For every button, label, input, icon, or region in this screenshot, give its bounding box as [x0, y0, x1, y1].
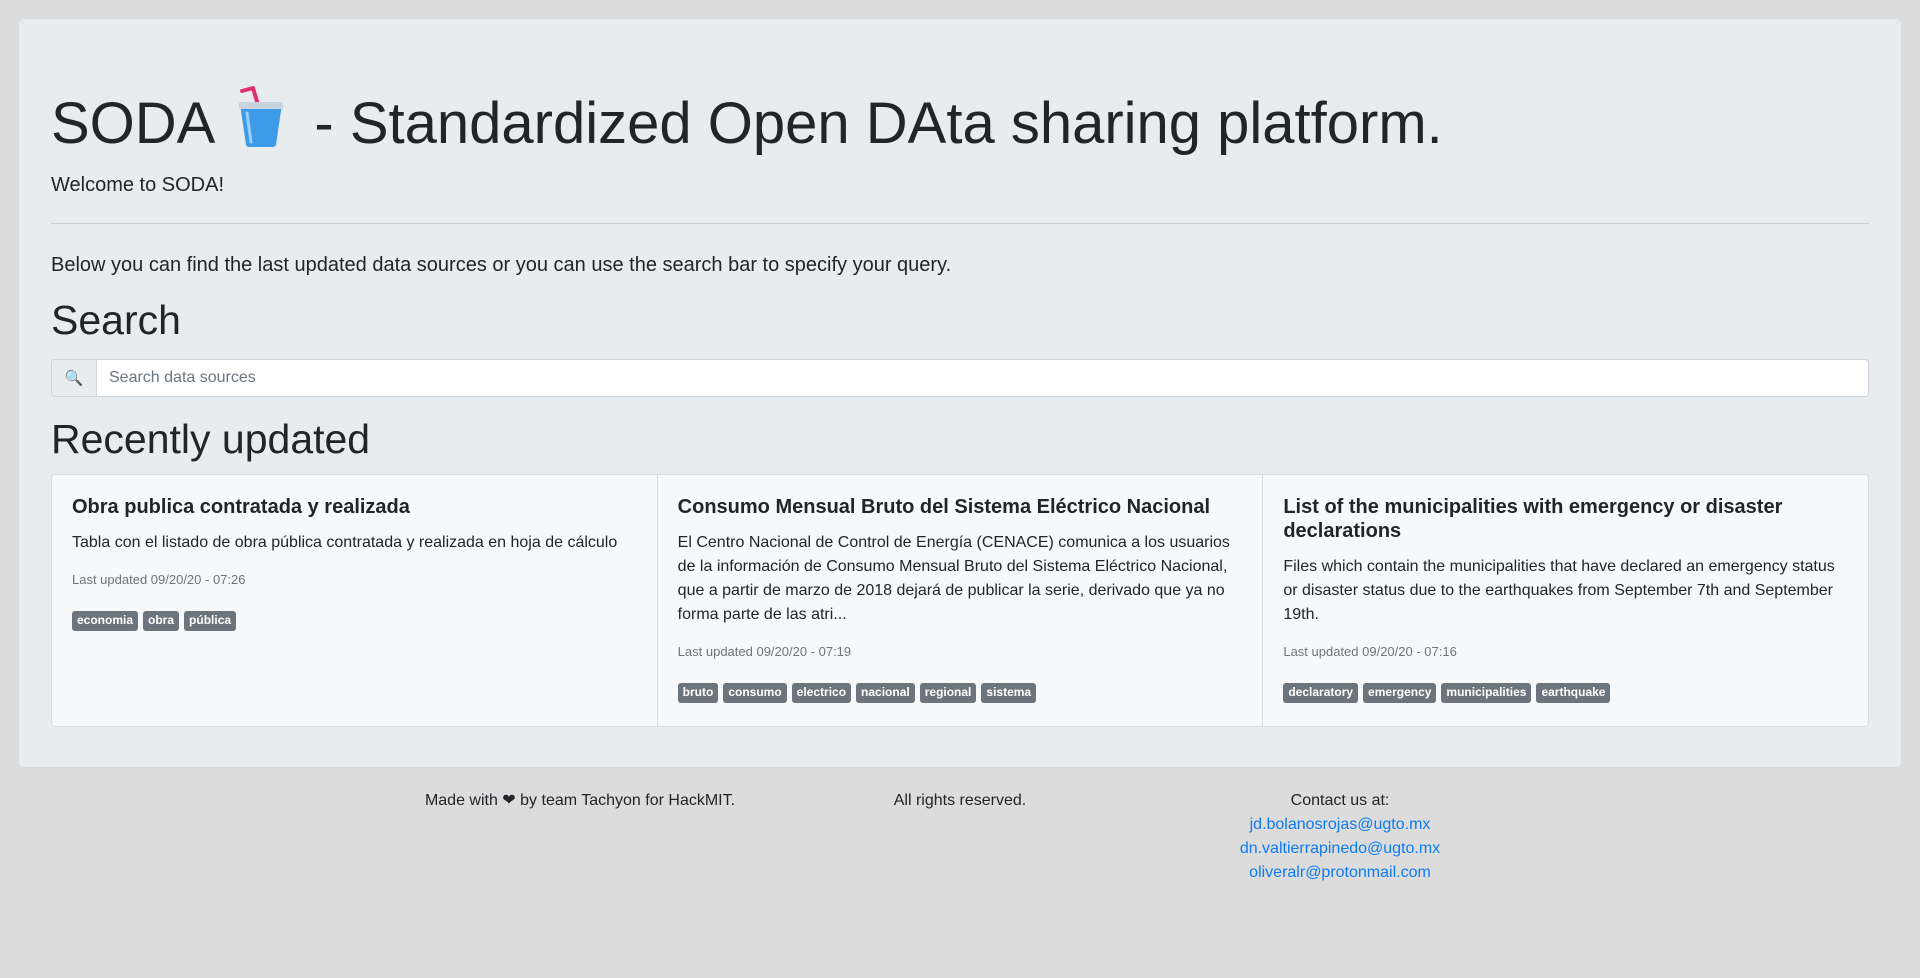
tag-badge[interactable]: emergency — [1363, 683, 1437, 703]
contact-email-link[interactable]: jd.bolanosrojas@ugto.mx — [1160, 813, 1520, 837]
cup-with-straw-icon — [234, 85, 288, 147]
recent-card-group: Obra publica contratada y realizada Tabl… — [51, 474, 1869, 728]
title-suffix: - Standardized Open DAta sharing platfor… — [314, 91, 1443, 156]
jumbotron: SODA - Standardized Open DAta sharing pl… — [19, 19, 1901, 767]
intro-text: Below you can find the last updated data… — [51, 254, 952, 276]
footer-made-with: Made with ❤ by team Tachyon for HackMIT. — [424, 792, 736, 809]
tag-badge[interactable]: declaratory — [1283, 683, 1359, 703]
tag-badge[interactable]: consumo — [723, 683, 787, 703]
tag-badge[interactable]: nacional — [856, 683, 915, 703]
tag-badge[interactable]: regional — [919, 683, 977, 703]
data-source-card[interactable]: List of the municipalities with emergenc… — [1263, 475, 1868, 726]
search-bar: 🔍 — [51, 359, 1869, 398]
card-description: Files which contain the municipalities t… — [1283, 558, 1835, 624]
recently-updated-heading: Recently updated — [51, 416, 371, 463]
tag-badge[interactable]: municipalities — [1441, 683, 1532, 703]
card-description: Tabla con el listado de obra pública con… — [72, 534, 618, 552]
data-source-card[interactable]: Obra publica contratada y realizada Tabl… — [52, 475, 658, 727]
page-title: SODA - Standardized Open DAta sharing pl… — [51, 85, 1869, 156]
welcome-text: Welcome to SODA! — [51, 174, 225, 196]
card-title[interactable]: List of the municipalities with emergenc… — [1283, 495, 1848, 543]
tag-badge[interactable]: earthquake — [1536, 683, 1611, 703]
tag-badge[interactable]: obra — [143, 611, 180, 631]
tag-badge[interactable]: pública — [184, 611, 237, 631]
tag-list: economia obra pública — [72, 611, 637, 631]
data-source-card[interactable]: Consumo Mensual Bruto del Sistema Eléctr… — [658, 475, 1264, 727]
footer-contact: Contact us at: jd.bolanosrojas@ugto.mx d… — [1160, 789, 1520, 885]
card-updated: Last updated 09/20/20 - 07:26 — [72, 572, 246, 588]
tag-list: declaratory emergency municipalities ear… — [1283, 683, 1848, 703]
tag-badge[interactable]: bruto — [677, 683, 719, 703]
card-updated: Last updated 09/20/20 - 07:19 — [677, 644, 852, 660]
contact-email-link[interactable]: oliveralr@protonmail.com — [1160, 861, 1520, 885]
card-title[interactable]: Obra publica contratada y realizada — [72, 495, 637, 519]
card-title[interactable]: Consumo Mensual Bruto del Sistema Eléctr… — [678, 495, 1243, 519]
card-updated: Last updated 09/20/20 - 07:16 — [1283, 644, 1457, 660]
magnifier-icon: 🔍 — [52, 360, 97, 397]
title-prefix: SODA — [51, 91, 213, 156]
tag-badge[interactable]: economia — [72, 611, 139, 631]
card-description: El Centro Nacional de Control de Energía… — [677, 534, 1230, 624]
contact-email-link[interactable]: dn.valtierrapinedo@ugto.mx — [1160, 837, 1520, 861]
tag-badge[interactable]: electrico — [791, 683, 852, 703]
footer-rights: All rights reserved. — [893, 792, 1027, 809]
tag-list: bruto consumo electrico nacional regiona… — [677, 683, 1243, 703]
contact-label: Contact us at: — [1290, 792, 1390, 809]
divider — [51, 223, 1869, 224]
search-input[interactable] — [97, 360, 1868, 397]
tag-badge[interactable]: sistema — [981, 683, 1037, 703]
search-heading: Search — [51, 297, 181, 343]
